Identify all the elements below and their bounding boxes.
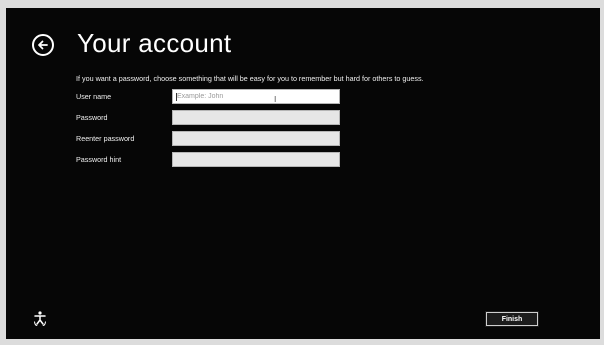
- back-arrow-icon: [38, 40, 48, 50]
- ibeam-cursor-icon: I: [274, 95, 277, 104]
- reenter-password-row: Reenter password: [76, 131, 346, 147]
- password-hint-row: Password hint: [76, 152, 346, 168]
- back-button[interactable]: [32, 34, 54, 56]
- reenter-password-input[interactable]: [172, 131, 340, 146]
- instructions-text: If you want a password, choose something…: [76, 74, 424, 83]
- text-caret: [176, 93, 177, 101]
- user-name-label: User name: [76, 92, 112, 101]
- setup-screen: Your account If you want a password, cho…: [6, 8, 600, 339]
- password-row: Password: [76, 110, 346, 126]
- password-input[interactable]: [172, 110, 340, 125]
- password-label: Password: [76, 113, 108, 122]
- password-hint-label: Password hint: [76, 155, 122, 164]
- user-name-input[interactable]: [172, 89, 340, 104]
- ease-of-access-icon[interactable]: [32, 310, 48, 328]
- user-name-row: User name I: [76, 89, 346, 105]
- finish-button[interactable]: Finish: [485, 311, 539, 327]
- password-hint-input[interactable]: [172, 152, 340, 167]
- reenter-password-label: Reenter password: [76, 134, 135, 143]
- page-title: Your account: [77, 28, 232, 58]
